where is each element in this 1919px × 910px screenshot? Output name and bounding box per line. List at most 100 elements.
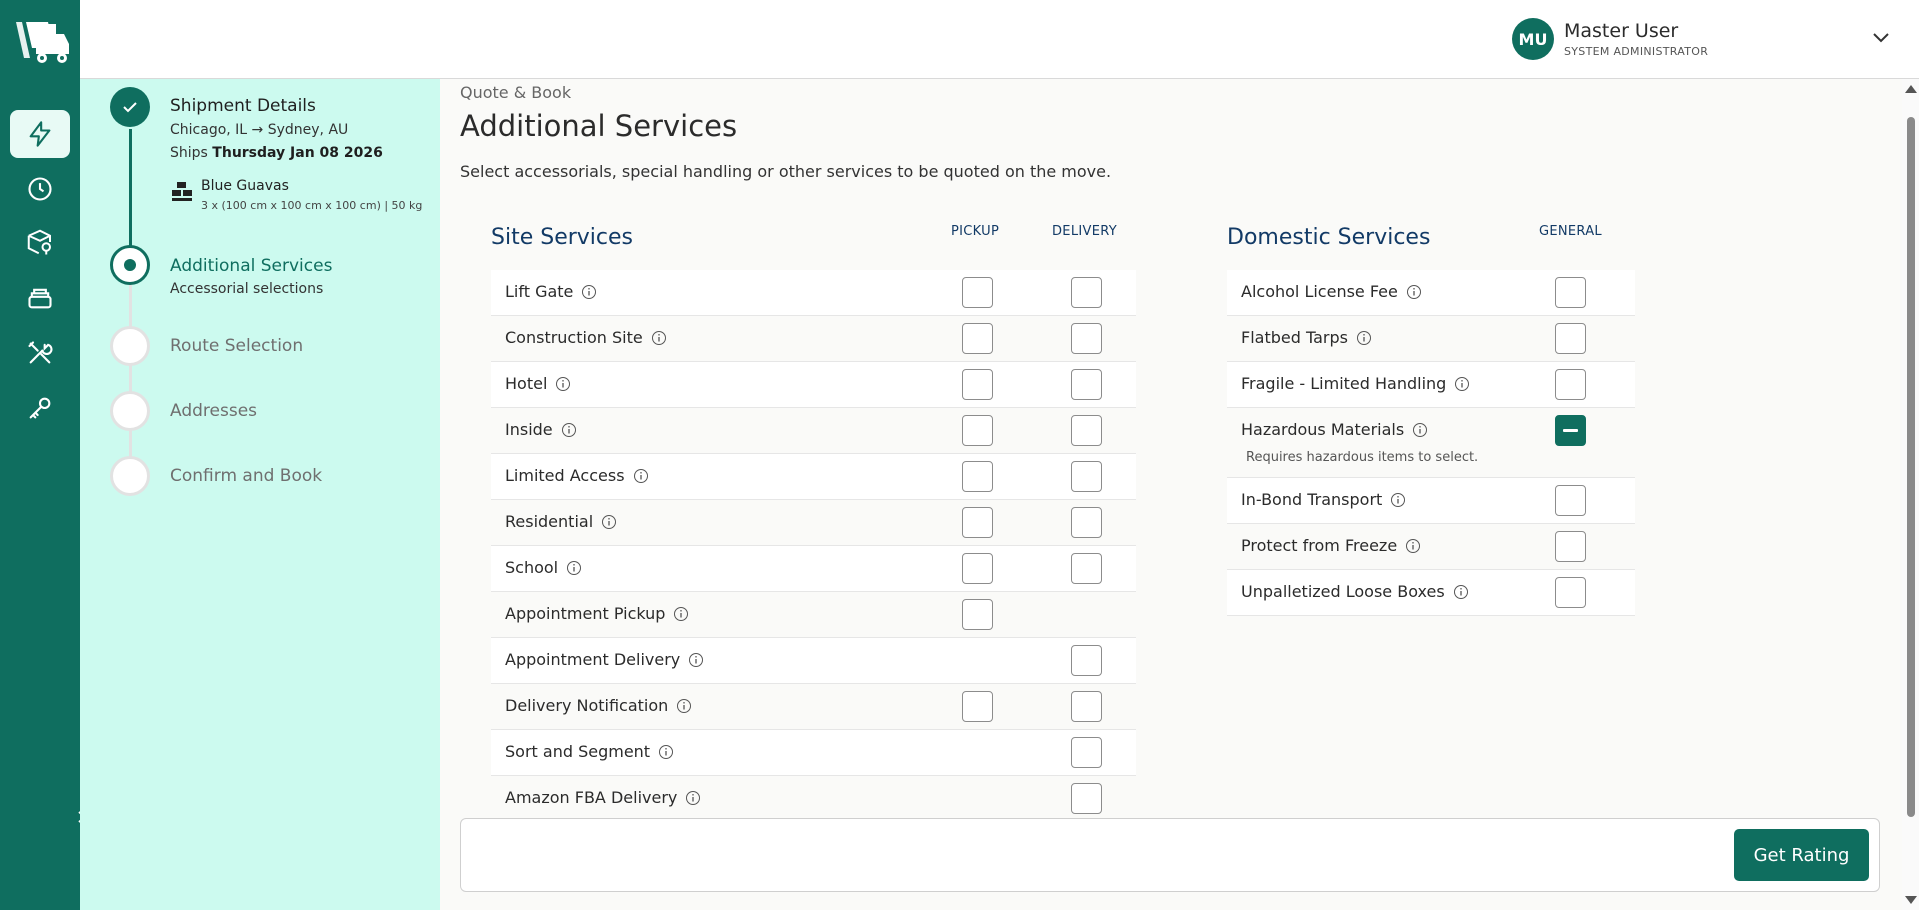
step-route-selection[interactable]: [110, 326, 150, 366]
info-icon[interactable]: [1406, 284, 1422, 300]
delivery-checkbox[interactable]: [1071, 553, 1102, 584]
general-checkbox[interactable]: [1555, 369, 1586, 400]
truck-logo-icon[interactable]: [14, 18, 70, 66]
general-checkbox[interactable]: [1555, 485, 1586, 516]
service-label: Hazardous Materials: [1241, 420, 1428, 439]
step-shipment-details-done[interactable]: [110, 87, 150, 127]
info-icon[interactable]: [1356, 330, 1372, 346]
pickup-checkbox[interactable]: [962, 691, 993, 722]
step-title-addresses[interactable]: Addresses: [170, 401, 257, 421]
step-title-route-selection[interactable]: Route Selection: [170, 336, 303, 356]
nav-shipments[interactable]: [10, 218, 70, 266]
pickup-checkbox[interactable]: [962, 461, 993, 492]
site-service-row-residential: Residential: [491, 500, 1136, 546]
pickup-checkbox[interactable]: [962, 553, 993, 584]
site-service-row-school: School: [491, 546, 1136, 592]
delivery-checkbox[interactable]: [1071, 461, 1102, 492]
domestic-service-row-alcohol-license-fee: Alcohol License Fee: [1227, 270, 1635, 316]
info-icon[interactable]: [688, 652, 704, 668]
info-icon[interactable]: [561, 422, 577, 438]
general-checkbox[interactable]: [1555, 323, 1586, 354]
scrollbar[interactable]: [1902, 79, 1919, 910]
site-service-row-limited-access: Limited Access: [491, 454, 1136, 500]
info-icon[interactable]: [555, 376, 571, 392]
pickup-checkbox[interactable]: [962, 599, 993, 630]
domestic-services-title: Domestic Services: [1227, 225, 1431, 250]
nav-tools[interactable]: [10, 329, 70, 377]
info-icon[interactable]: [1454, 376, 1470, 392]
site-service-row-inside: Inside: [491, 408, 1136, 454]
breadcrumb[interactable]: Quote & Book: [460, 83, 571, 102]
user-role: SYSTEM ADMINISTRATOR: [1564, 45, 1709, 58]
service-label: Limited Access: [505, 466, 649, 485]
nav-inventory[interactable]: [10, 274, 70, 322]
delivery-checkbox[interactable]: [1071, 277, 1102, 308]
service-label: Unpalletized Loose Boxes: [1241, 582, 1469, 601]
service-label: Delivery Notification: [505, 696, 692, 715]
info-icon[interactable]: [673, 606, 689, 622]
action-footer: Get Rating: [460, 818, 1880, 892]
user-menu-chevron[interactable]: [1870, 26, 1892, 52]
nav-quote-book[interactable]: [10, 110, 70, 158]
step-additional-services-current[interactable]: [110, 245, 150, 285]
user-menu[interactable]: MU Master User SYSTEM ADMINISTRATOR: [1512, 18, 1708, 60]
delivery-checkbox[interactable]: [1071, 369, 1102, 400]
info-icon[interactable]: [676, 698, 692, 714]
pallet-icon: [171, 181, 193, 207]
col-pickup: PICKUP: [951, 224, 1000, 239]
item-dims: 3 x (100 cm x 100 cm x 100 cm) | 50 kg: [201, 199, 423, 212]
service-label: In-Bond Transport: [1241, 490, 1406, 509]
delivery-checkbox[interactable]: [1071, 415, 1102, 446]
delivery-checkbox[interactable]: [1071, 691, 1102, 722]
main-content: Quote & Book Additional Services Select …: [440, 79, 1902, 910]
nav-keys[interactable]: [10, 384, 70, 432]
ship-date: Ships Thursday Jan 08 2026: [170, 145, 383, 161]
pickup-checkbox[interactable]: [962, 323, 993, 354]
get-rating-button[interactable]: Get Rating: [1734, 829, 1869, 881]
site-service-row-delivery-notification: Delivery Notification: [491, 684, 1136, 730]
info-icon[interactable]: [1412, 422, 1428, 438]
scroll-down-arrow[interactable]: [1905, 896, 1917, 904]
step-title-shipment-details[interactable]: Shipment Details: [170, 96, 316, 116]
info-icon[interactable]: [581, 284, 597, 300]
service-label: Sort and Segment: [505, 742, 674, 761]
info-icon[interactable]: [1390, 492, 1406, 508]
info-icon[interactable]: [633, 468, 649, 484]
delivery-checkbox[interactable]: [1071, 507, 1102, 538]
info-icon[interactable]: [1405, 538, 1421, 554]
scrollbar-thumb[interactable]: [1907, 117, 1915, 817]
general-checkbox[interactable]: [1555, 277, 1586, 308]
delivery-checkbox[interactable]: [1071, 783, 1102, 814]
delivery-checkbox[interactable]: [1071, 323, 1102, 354]
site-service-row-hotel: Hotel: [491, 362, 1136, 408]
site-services-title: Site Services: [491, 225, 634, 250]
pickup-checkbox[interactable]: [962, 277, 993, 308]
step-title-additional-services[interactable]: Additional Services: [170, 256, 332, 276]
scroll-up-arrow[interactable]: [1905, 85, 1917, 93]
step-confirm-book[interactable]: [110, 456, 150, 496]
pickup-checkbox[interactable]: [962, 415, 993, 446]
info-icon[interactable]: [685, 790, 701, 806]
info-icon[interactable]: [601, 514, 617, 530]
pickup-checkbox[interactable]: [962, 507, 993, 538]
pickup-checkbox[interactable]: [962, 369, 993, 400]
general-checkbox[interactable]: [1555, 577, 1586, 608]
info-icon[interactable]: [1453, 584, 1469, 600]
info-icon[interactable]: [566, 560, 582, 576]
key-icon: [29, 397, 51, 419]
info-icon[interactable]: [651, 330, 667, 346]
info-icon[interactable]: [658, 744, 674, 760]
archive-icon: [28, 288, 52, 309]
delivery-checkbox[interactable]: [1071, 645, 1102, 676]
domestic-service-row-fragile-limited-handling: Fragile - Limited Handling: [1227, 362, 1635, 408]
delivery-checkbox[interactable]: [1071, 737, 1102, 768]
nav-history[interactable]: [10, 165, 70, 213]
step-title-confirm-book[interactable]: Confirm and Book: [170, 466, 322, 486]
service-label: Appointment Pickup: [505, 604, 689, 623]
site-service-row-construction-site: Construction Site: [491, 316, 1136, 362]
check-icon: [123, 102, 137, 113]
step-addresses[interactable]: [110, 391, 150, 431]
general-checkbox-indeterminate[interactable]: [1555, 415, 1586, 446]
general-checkbox[interactable]: [1555, 531, 1586, 562]
avatar: MU: [1512, 18, 1554, 60]
